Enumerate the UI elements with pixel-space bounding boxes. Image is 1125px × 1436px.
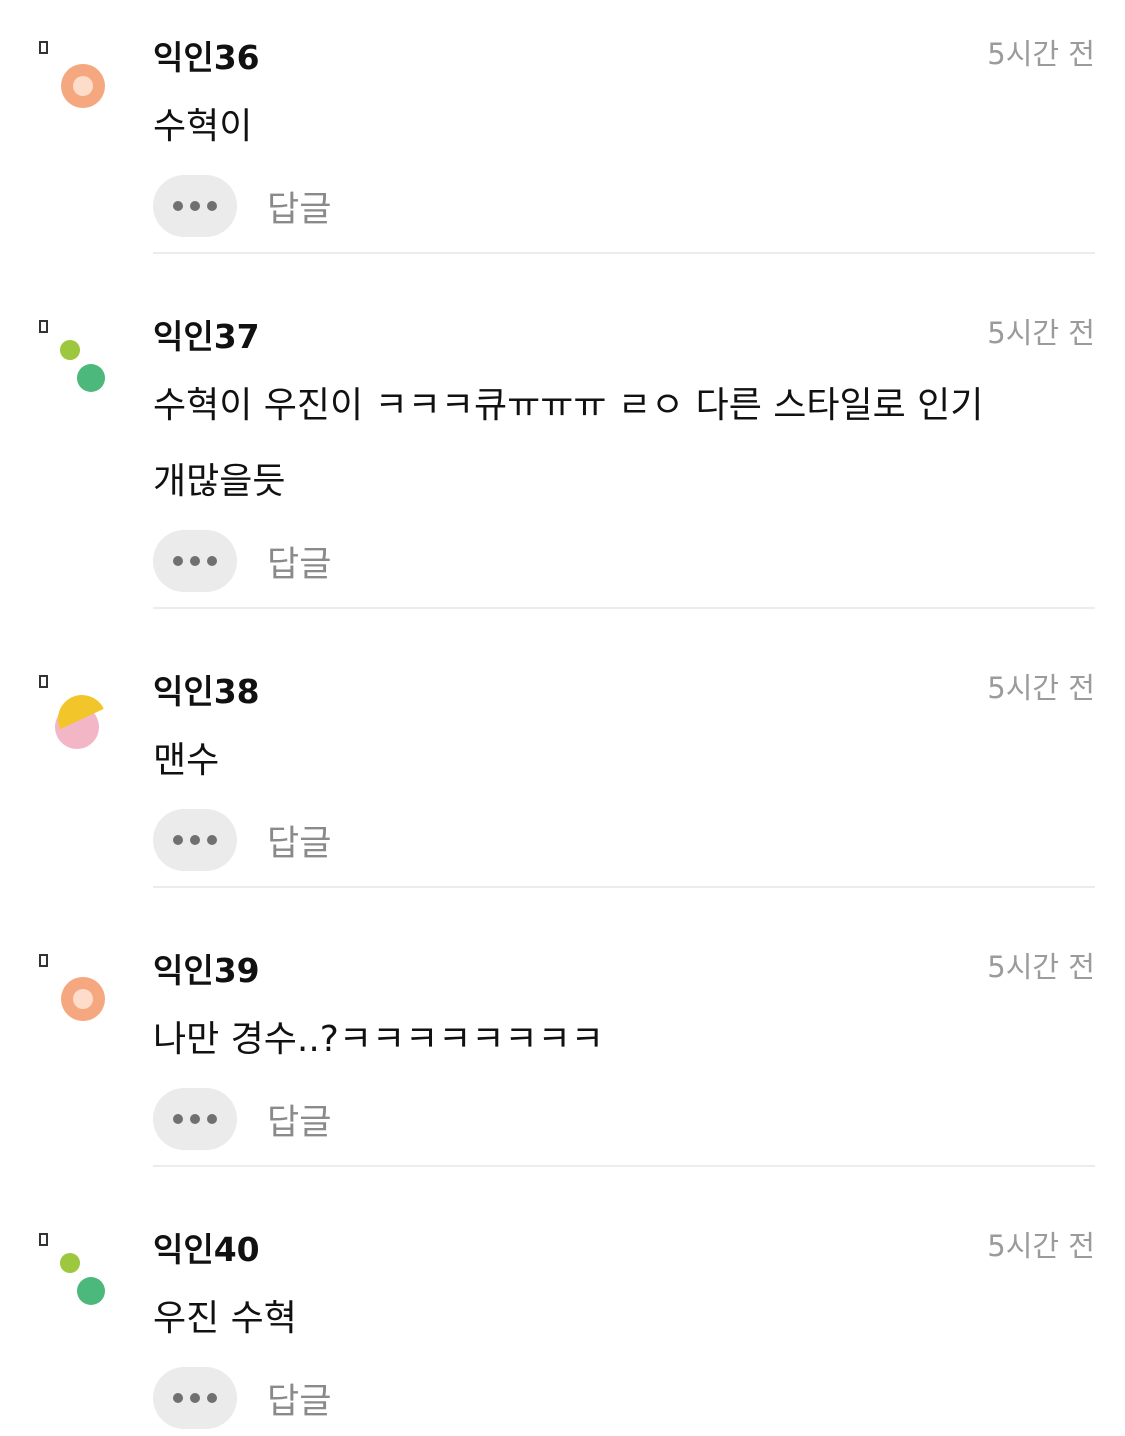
comment-item: 익인40 5시간 전 우진 수혁 답글 <box>0 1167 1125 1429</box>
reply-button[interactable]: 답글 <box>267 815 331 866</box>
comment-timestamp: 5시간 전 <box>987 671 1095 705</box>
comment-avatar-column <box>0 672 130 762</box>
avatar[interactable] <box>0 38 130 128</box>
comment-timestamp: 5시간 전 <box>987 316 1095 350</box>
comment-avatar-column <box>0 317 130 407</box>
comment-avatar-column <box>0 1230 130 1320</box>
avatar-inner-circle <box>73 989 93 1009</box>
avatar[interactable] <box>0 1230 130 1320</box>
comment-actions: 답글 <box>153 1367 1095 1429</box>
more-options-button[interactable] <box>153 530 237 592</box>
comment-header: 익인38 5시간 전 <box>153 671 1095 712</box>
avatar-large-dot <box>77 364 105 392</box>
comment-header: 익인37 5시간 전 <box>153 316 1095 357</box>
comment-text: 맨수 <box>153 740 220 781</box>
more-options-button[interactable] <box>153 175 237 237</box>
reply-button[interactable]: 답글 <box>267 181 331 232</box>
more-options-button[interactable] <box>153 809 237 871</box>
avatar-small-dot <box>60 340 80 360</box>
comment-author[interactable]: 익인36 <box>153 38 260 78</box>
comment-actions: 답글 <box>153 809 1095 871</box>
comment-header: 익인36 5시간 전 <box>153 37 1095 78</box>
avatar-small-dot <box>60 1253 80 1273</box>
more-dots-icon <box>173 835 217 845</box>
more-dots-icon <box>173 1114 217 1124</box>
comment-item: 익인37 5시간 전 수혁이 우진이 ㅋㅋㅋ큐ㅠㅠㅠ ㄹㅇ 다른 스타일로 인기… <box>0 254 1125 609</box>
more-dots-icon <box>173 556 217 566</box>
comment-avatar-column <box>0 951 130 1041</box>
reply-button[interactable]: 답글 <box>267 1373 331 1424</box>
comment-timestamp: 5시간 전 <box>987 950 1095 984</box>
more-dots-icon <box>173 1393 217 1403</box>
comment-actions: 답글 <box>153 530 1095 592</box>
comment-item: 익인38 5시간 전 맨수 답글 <box>0 609 1125 888</box>
comment-text: 수혁이 우진이 ㅋㅋㅋ큐ㅠㅠㅠ ㄹㅇ 다른 스타일로 인기 개많을듯 <box>153 385 984 502</box>
more-options-button[interactable] <box>153 1088 237 1150</box>
more-dots-icon <box>173 201 217 211</box>
comment-author[interactable]: 익인39 <box>153 951 260 991</box>
avatar[interactable] <box>0 317 130 407</box>
avatar-large-dot <box>77 1277 105 1305</box>
comment-item: 익인39 5시간 전 나만 경수..?ㅋㅋㅋㅋㅋㅋㅋㅋ 답글 <box>0 888 1125 1167</box>
comment-author[interactable]: 익인38 <box>153 672 260 712</box>
comment-timestamp: 5시간 전 <box>987 1229 1095 1263</box>
comment-item: 익인36 5시간 전 수혁이 답글 <box>0 0 1125 254</box>
comment-avatar-column <box>0 38 130 128</box>
comment-author[interactable]: 익인37 <box>153 317 260 357</box>
comment-text: 나만 경수..?ㅋㅋㅋㅋㅋㅋㅋㅋ <box>153 1019 604 1060</box>
avatar[interactable] <box>0 672 130 762</box>
comment-text: 우진 수혁 <box>153 1298 297 1339</box>
reply-button[interactable]: 답글 <box>267 536 331 587</box>
avatar[interactable] <box>0 951 130 1041</box>
comment-list: 익인36 5시간 전 수혁이 답글 익인37 5시간 전 수혁이 우진이 ㅋㅋㅋ… <box>0 0 1125 1429</box>
comment-header: 익인39 5시간 전 <box>153 950 1095 991</box>
comment-text: 수혁이 <box>153 106 253 147</box>
avatar-inner-circle <box>73 76 93 96</box>
comment-timestamp: 5시간 전 <box>987 37 1095 71</box>
more-options-button[interactable] <box>153 1367 237 1429</box>
comment-actions: 답글 <box>153 175 1095 237</box>
comment-actions: 답글 <box>153 1088 1095 1150</box>
comment-author[interactable]: 익인40 <box>153 1230 260 1270</box>
comment-header: 익인40 5시간 전 <box>153 1229 1095 1270</box>
reply-button[interactable]: 답글 <box>267 1094 331 1145</box>
